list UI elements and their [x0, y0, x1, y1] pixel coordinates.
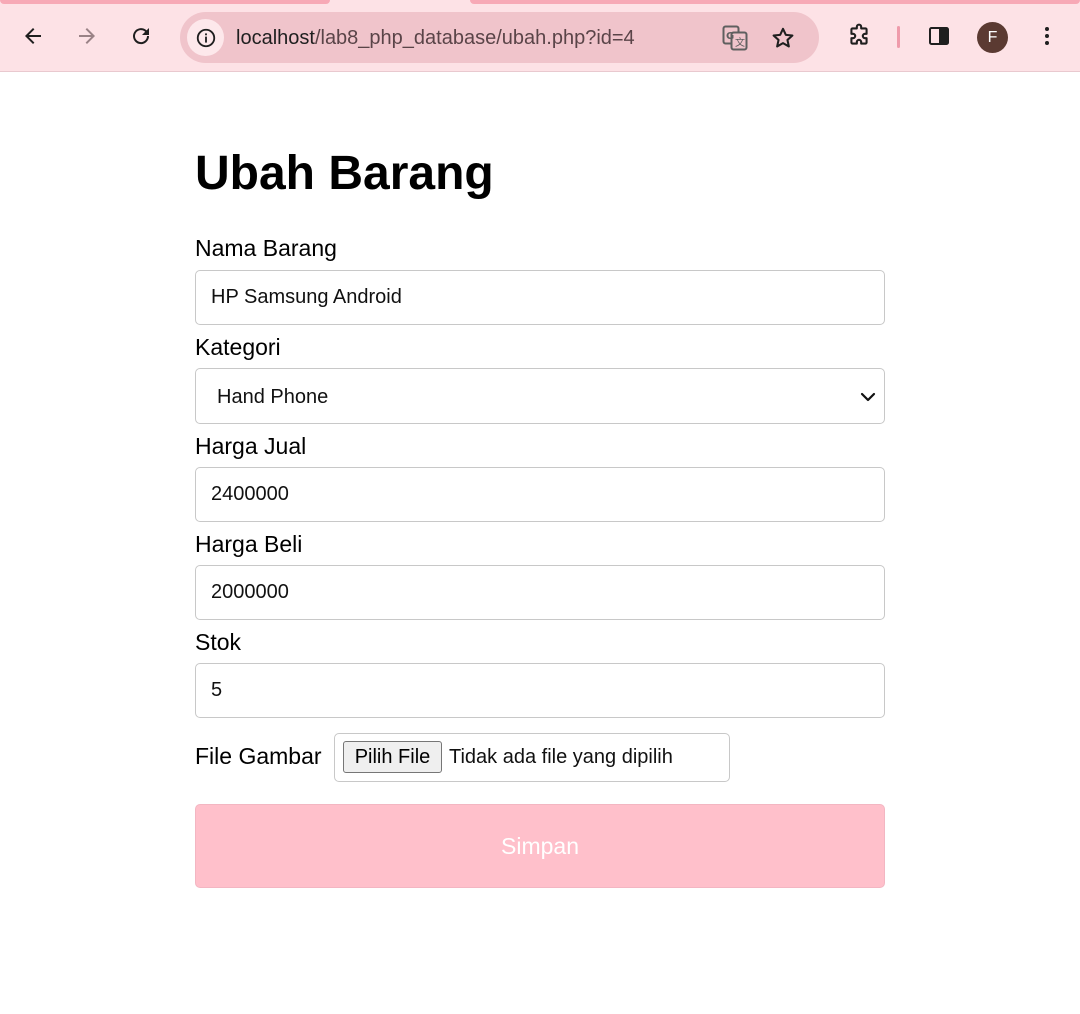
svg-text:G: G — [726, 31, 734, 42]
arrow-right-icon — [79, 28, 95, 44]
site-info-button[interactable] — [187, 19, 224, 56]
info-icon — [196, 28, 215, 47]
chevron-down-icon — [860, 392, 876, 402]
harga-beli-label: Harga Beli — [195, 531, 303, 557]
side-panel-icon — [929, 27, 949, 45]
kebab-menu-icon — [1045, 27, 1049, 45]
extensions-button[interactable] — [839, 16, 879, 56]
address-bar[interactable]: localhost/lab8_php_database/ubah.php?id=… — [180, 12, 819, 63]
kategori-label: Kategori — [195, 334, 281, 360]
stok-input[interactable] — [195, 663, 885, 718]
stok-label: Stok — [195, 629, 242, 655]
nama-barang-label: Nama Barang — [195, 235, 337, 261]
profile-initial: F — [987, 28, 998, 46]
tab-strip-accent — [0, 0, 330, 4]
svg-text:文: 文 — [735, 36, 745, 49]
menu-button[interactable] — [1027, 16, 1067, 56]
nama-barang-input[interactable] — [195, 270, 885, 325]
star-icon — [772, 27, 794, 48]
side-panel-button[interactable] — [919, 16, 959, 56]
url-path: /lab8_php_database/ubah.php?id=4 — [314, 27, 635, 49]
puzzle-icon — [850, 23, 868, 45]
profile-avatar[interactable]: F — [977, 22, 1008, 53]
translate-button[interactable]: G 文 — [718, 21, 752, 55]
kategori-selected-value: Hand Phone — [217, 386, 329, 408]
arrow-left-icon — [25, 28, 41, 44]
file-gambar-label: File Gambar — [195, 743, 322, 769]
back-button[interactable] — [13, 16, 53, 56]
harga-jual-input[interactable] — [195, 467, 885, 522]
harga-jual-label: Harga Jual — [195, 433, 307, 459]
translate-icon: G 文 — [722, 25, 748, 51]
browser-toolbar: localhost/lab8_php_database/ubah.php?id=… — [0, 0, 1080, 72]
url-text[interactable]: localhost/lab8_php_database/ubah.php?id=… — [236, 25, 635, 51]
toolbar-divider — [897, 26, 900, 48]
simpan-button[interactable]: Simpan — [195, 804, 885, 888]
bookmark-button[interactable] — [766, 21, 800, 55]
harga-beli-input[interactable] — [195, 565, 885, 620]
reload-icon — [133, 28, 150, 45]
page-title: Ubah Barang — [195, 147, 494, 200]
file-gambar-input[interactable]: Pilih File Tidak ada file yang dipilih — [334, 733, 730, 782]
kategori-select[interactable]: Hand Phone — [195, 368, 885, 424]
file-status-text: Tidak ada file yang dipilih — [449, 746, 673, 768]
reload-button[interactable] — [121, 16, 161, 56]
forward-button[interactable] — [67, 16, 107, 56]
choose-file-button[interactable]: Pilih File — [343, 741, 442, 773]
tab-strip-accent — [470, 0, 1080, 4]
url-host: localhost — [236, 27, 315, 49]
